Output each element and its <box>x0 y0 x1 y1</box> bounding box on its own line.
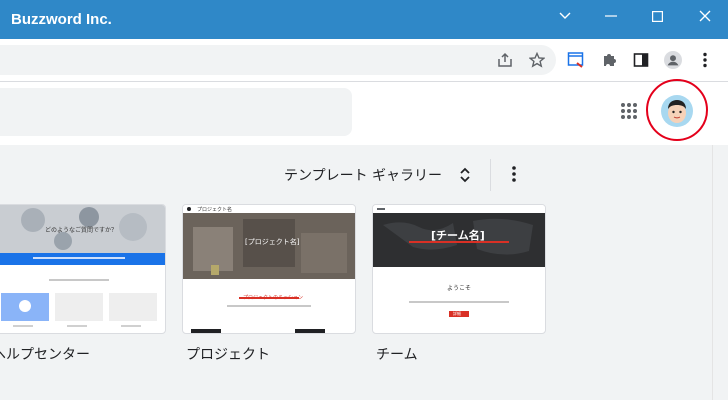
project-section-title: プロジェクトのミッション <box>243 295 304 301</box>
unfold-icon <box>460 167 471 183</box>
browser-toolbar <box>0 39 728 82</box>
template-title-help-center: ヘルプセンター <box>0 347 90 363</box>
star-icon <box>529 52 545 68</box>
account-highlight-circle <box>646 79 708 141</box>
google-apps-button[interactable] <box>620 102 638 120</box>
address-bar[interactable] <box>0 45 556 75</box>
maximize-icon <box>651 10 663 22</box>
app-header <box>0 82 728 144</box>
side-panel-button[interactable] <box>632 51 650 69</box>
screenshot-extension-button[interactable] <box>567 51 585 69</box>
extension-screenshot-icon <box>567 52 584 68</box>
share-icon <box>498 52 512 67</box>
template-gallery-label[interactable]: テンプレート ギャラリー <box>284 165 471 185</box>
kebab-menu-icon <box>703 52 707 68</box>
gallery-more-button[interactable] <box>508 165 520 183</box>
extensions-button[interactable] <box>600 51 618 69</box>
maximize-button[interactable] <box>634 0 680 32</box>
page-scrollbar[interactable] <box>712 145 728 400</box>
profile-icon <box>664 51 682 69</box>
window-title-bar: Buzzword Inc. <box>0 0 728 39</box>
template-card-team[interactable]: [チーム名] ようこそ 詳細 <box>372 204 546 334</box>
toolbar-divider <box>490 159 491 191</box>
apps-grid-icon <box>621 103 637 119</box>
browser-menu-button[interactable] <box>696 51 714 69</box>
close-button[interactable] <box>682 0 728 32</box>
minimize-icon <box>605 15 617 17</box>
chevron-down-icon <box>559 12 571 19</box>
bookmark-button[interactable] <box>528 51 546 69</box>
template-gallery-text: テンプレート ギャラリー <box>284 168 443 184</box>
project-hero-text: [プロジェクト名] <box>245 238 300 246</box>
window-title: Buzzword Inc. <box>11 11 112 28</box>
window-menu-button[interactable] <box>542 0 588 32</box>
share-button[interactable] <box>496 51 514 69</box>
template-card-project[interactable]: プロジェクト名 [プロジェクト名] プロジェクトのミッション <box>182 204 356 334</box>
search-box[interactable] <box>0 88 352 136</box>
profile-button[interactable] <box>664 51 682 69</box>
template-gallery: テンプレート ギャラリー どのようなご質問ですか？ ヘルプセンター プロジェクト… <box>0 145 712 400</box>
help-center-hero-text: どのようなご質問ですか？ <box>45 227 118 234</box>
minimize-button[interactable] <box>588 0 634 32</box>
template-title-team: チーム <box>376 347 418 363</box>
team-button-text: 詳細 <box>453 311 461 316</box>
close-icon <box>699 10 711 22</box>
puzzle-icon <box>604 54 616 66</box>
project-header-text: プロジェクト名 <box>197 207 233 213</box>
team-hero-text: [チーム名] <box>431 229 485 242</box>
side-panel-icon <box>633 53 649 67</box>
team-welcome-text: ようこそ <box>447 285 472 292</box>
template-card-help-center[interactable]: どのようなご質問ですか？ <box>0 204 166 334</box>
project-thumbnail <box>183 205 355 333</box>
kebab-menu-icon <box>512 166 516 182</box>
template-title-project: プロジェクト <box>186 347 270 363</box>
